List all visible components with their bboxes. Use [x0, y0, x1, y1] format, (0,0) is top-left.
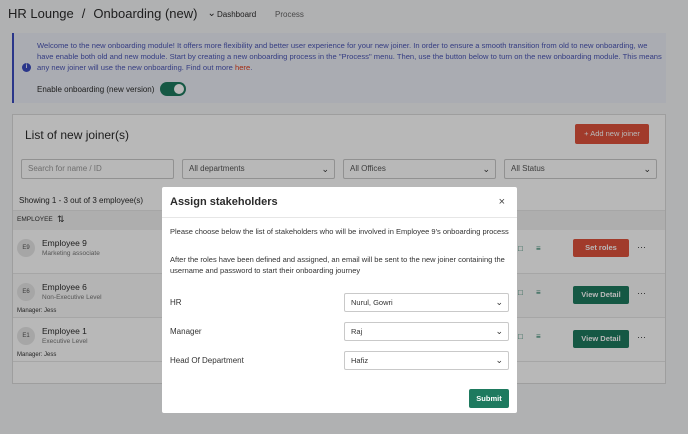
modal-divider — [162, 217, 517, 218]
manager-value: Raj — [351, 327, 363, 336]
chevron-down-icon: ⌄ — [495, 355, 503, 365]
submit-button[interactable]: Submit — [469, 389, 509, 408]
modal-email-note: After the roles have been defined and as… — [170, 255, 505, 275]
modal-title: Assign stakeholders — [170, 196, 278, 208]
head-of-department-label: Head Of Department — [170, 356, 244, 365]
hr-label: HR — [170, 298, 182, 307]
assign-stakeholders-modal: Assign stakeholders × Please choose belo… — [162, 187, 517, 413]
manager-select[interactable]: Raj ⌄ — [344, 322, 509, 341]
hr-value: Nurul, Gowri — [351, 298, 393, 307]
chevron-down-icon: ⌄ — [495, 326, 503, 336]
hr-select[interactable]: Nurul, Gowri ⌄ — [344, 293, 509, 312]
modal-instructions: Please choose below the list of stakehol… — [170, 227, 509, 236]
manager-label: Manager — [170, 327, 202, 336]
head-of-department-value: Hafiz — [351, 356, 369, 365]
close-icon[interactable]: × — [499, 196, 505, 208]
head-of-department-select[interactable]: Hafiz ⌄ — [344, 351, 509, 370]
chevron-down-icon: ⌄ — [495, 297, 503, 307]
